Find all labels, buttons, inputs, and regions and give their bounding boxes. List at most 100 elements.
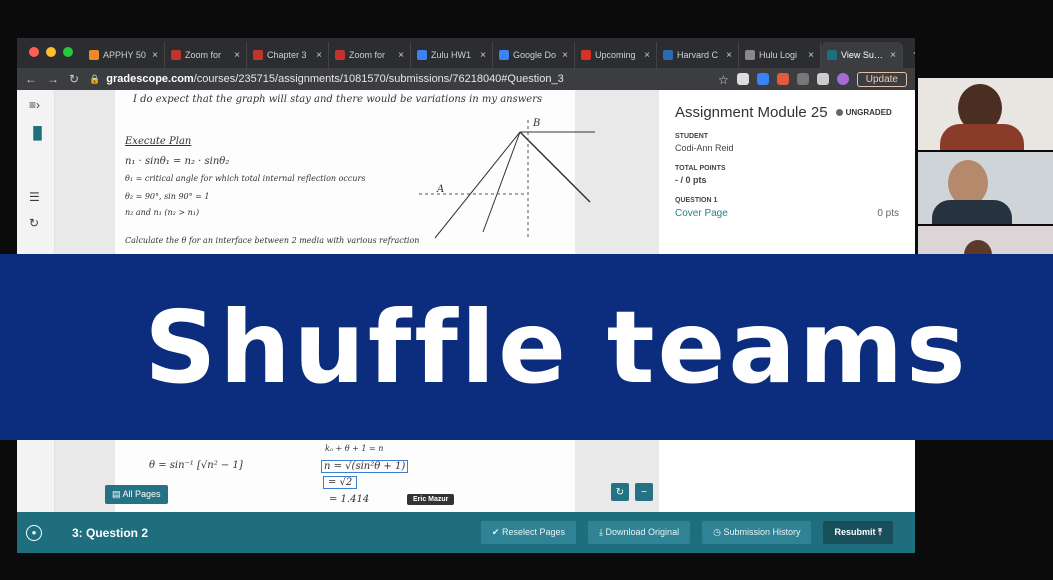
question-name[interactable]: Cover Page xyxy=(675,208,728,219)
browser-tab[interactable]: Zoom for × xyxy=(165,42,247,68)
close-tab-icon[interactable]: × xyxy=(152,50,158,61)
current-question: 3: Question 2 xyxy=(72,525,149,540)
tab-title: View Subm xyxy=(841,50,887,60)
close-window-icon[interactable] xyxy=(29,47,39,57)
check-icon: ✔ xyxy=(491,527,500,537)
favicon-icon xyxy=(499,50,509,60)
note-eq1: n₁ · sinθ₁ = n₂ · sinθ₂ xyxy=(125,156,230,167)
browser-tab[interactable]: Zoom for × xyxy=(329,42,411,68)
close-tab-icon[interactable]: × xyxy=(562,50,568,61)
diagram-label-b: B xyxy=(532,118,540,129)
reselect-pages-button[interactable]: ✔ Reselect Pages xyxy=(480,521,577,544)
clock-icon: ◷ xyxy=(713,527,721,537)
assignment-title: Assignment Module 25 xyxy=(675,104,828,121)
close-tab-icon[interactable]: × xyxy=(808,50,814,61)
close-tab-icon[interactable]: × xyxy=(234,50,240,61)
rotate-icon[interactable]: ↻ xyxy=(611,483,629,501)
tab-bar: APPHY 50 × Zoom for × Chapter 3 × Zoom for × Zul… xyxy=(17,38,915,68)
zoom-window-icon[interactable] xyxy=(63,47,73,57)
favicon-icon xyxy=(581,50,591,60)
tab-title: Upcoming xyxy=(595,50,636,60)
resubmit-button[interactable]: Resubmit ⤒ xyxy=(823,521,893,544)
favicon-icon xyxy=(89,50,99,60)
favicon-icon xyxy=(335,50,345,60)
upload-icon: ⤒ xyxy=(878,527,882,537)
extensions-puzzle-icon[interactable] xyxy=(816,73,829,85)
close-tab-icon[interactable]: × xyxy=(480,50,486,61)
question-row[interactable]: Cover Page 0 pts xyxy=(675,208,899,219)
close-tab-icon[interactable]: × xyxy=(890,50,896,61)
reload-icon[interactable]: ↻ xyxy=(69,72,79,86)
close-tab-icon[interactable]: × xyxy=(398,50,404,61)
tab-title: Hulu Logi xyxy=(759,50,798,60)
browser-tab[interactable]: View Subm × xyxy=(821,42,903,68)
star-icon[interactable]: ☆ xyxy=(718,73,729,87)
tab-title: Chapter 3 xyxy=(267,50,307,60)
browser-tab[interactable]: Zulu HW1 × xyxy=(411,42,493,68)
lock-icon: 🔒 xyxy=(89,73,101,84)
note-eq10: kₒ + θ + 1 = n xyxy=(325,444,384,453)
question-points: 0 pts xyxy=(877,208,899,219)
address-bar: ← → ↻ 🔒 gradescope.com/courses/235715/as… xyxy=(17,68,915,90)
browser-tab[interactable]: APPHY 50 × xyxy=(83,42,165,68)
participant-body xyxy=(932,200,1012,224)
student-label: STUDENT xyxy=(675,133,709,140)
note-eq6: θ = sin⁻¹ [√n² − 1] xyxy=(149,460,243,471)
close-tab-icon[interactable]: × xyxy=(726,50,732,61)
extensions: ☆ Update xyxy=(718,71,907,87)
extension-doc-icon[interactable] xyxy=(736,73,749,85)
profile-avatar[interactable] xyxy=(836,73,849,85)
browser-tab[interactable]: Harvard C × xyxy=(657,42,739,68)
note-eq9: = 1.414 xyxy=(329,494,370,505)
note-eq3: θ₂ = 90°, sin 90° = 1 xyxy=(125,192,210,201)
extension-camera-icon[interactable] xyxy=(756,73,769,85)
new-tab-icon[interactable]: + xyxy=(903,45,915,68)
window-controls xyxy=(17,47,83,68)
minimize-window-icon[interactable] xyxy=(46,47,56,57)
menu-icon[interactable]: ≡› xyxy=(29,98,40,112)
extension-grid-icon[interactable] xyxy=(796,73,809,85)
browser-tab[interactable]: Upcoming × xyxy=(575,42,657,68)
all-pages-label: All Pages xyxy=(122,489,161,499)
all-pages-button[interactable]: ▤ All Pages xyxy=(105,485,168,504)
favicon-icon xyxy=(745,50,755,60)
forward-icon[interactable]: → xyxy=(47,72,59,86)
stats-icon[interactable]: ▐▌ xyxy=(29,126,46,140)
note-line: I do expect that the graph will stay and… xyxy=(133,94,543,105)
reselect-label: Reselect Pages xyxy=(501,527,566,537)
tab-title: Harvard C xyxy=(677,50,719,60)
list-icon[interactable]: ☰ xyxy=(29,190,40,204)
points-label: TOTAL POINTS xyxy=(675,165,726,172)
back-icon[interactable]: ← xyxy=(25,72,37,86)
browser-tab[interactable]: Hulu Logi × xyxy=(739,42,821,68)
refresh-icon[interactable]: ↻ xyxy=(29,216,39,230)
status-badge: UNGRADED xyxy=(835,108,892,117)
favicon-icon xyxy=(417,50,427,60)
favicon-icon xyxy=(171,50,181,60)
url-field[interactable]: 🔒 gradescope.com/courses/235715/assignme… xyxy=(89,70,708,88)
browser-tab[interactable]: Google Do × xyxy=(493,42,575,68)
zoom-screen: APPHY 50 × Zoom for × Chapter 3 × Zoom for × Zul… xyxy=(0,0,1053,580)
zoom-out-icon[interactable]: − xyxy=(635,483,653,501)
user-icon[interactable]: ● xyxy=(26,524,42,541)
status-dot-icon xyxy=(835,109,843,116)
download-original-button[interactable]: ⤓ Download Original xyxy=(588,521,691,544)
question-label: QUESTION 1 xyxy=(675,197,718,204)
tab-title: Zoom for xyxy=(185,50,222,60)
tab-title: APPHY 50 xyxy=(103,50,146,60)
note-eq5: Calculate the θ for an interface between… xyxy=(125,236,420,245)
close-tab-icon[interactable]: × xyxy=(644,50,650,61)
close-tab-icon[interactable]: × xyxy=(316,50,322,61)
tab-title: Zulu HW1 xyxy=(431,50,472,60)
submission-history-button[interactable]: ◷ Submission History xyxy=(702,521,812,544)
commenter-chip: Eric Mazur xyxy=(407,494,455,505)
url-path: /courses/235715/assignments/1081570/subm… xyxy=(193,73,564,85)
update-button[interactable]: Update xyxy=(856,71,907,87)
browser-tab[interactable]: Chapter 3 × xyxy=(247,42,329,68)
action-footer: ● 3: Question 2 ✔ Reselect Pages ⤓ Downl… xyxy=(17,512,915,553)
participant-video-1[interactable] xyxy=(918,78,1053,150)
participant-body xyxy=(940,124,1024,150)
extension-tp-icon[interactable] xyxy=(776,73,789,85)
participant-video-2[interactable] xyxy=(918,152,1053,224)
total-points: - / 0 pts xyxy=(675,175,707,185)
